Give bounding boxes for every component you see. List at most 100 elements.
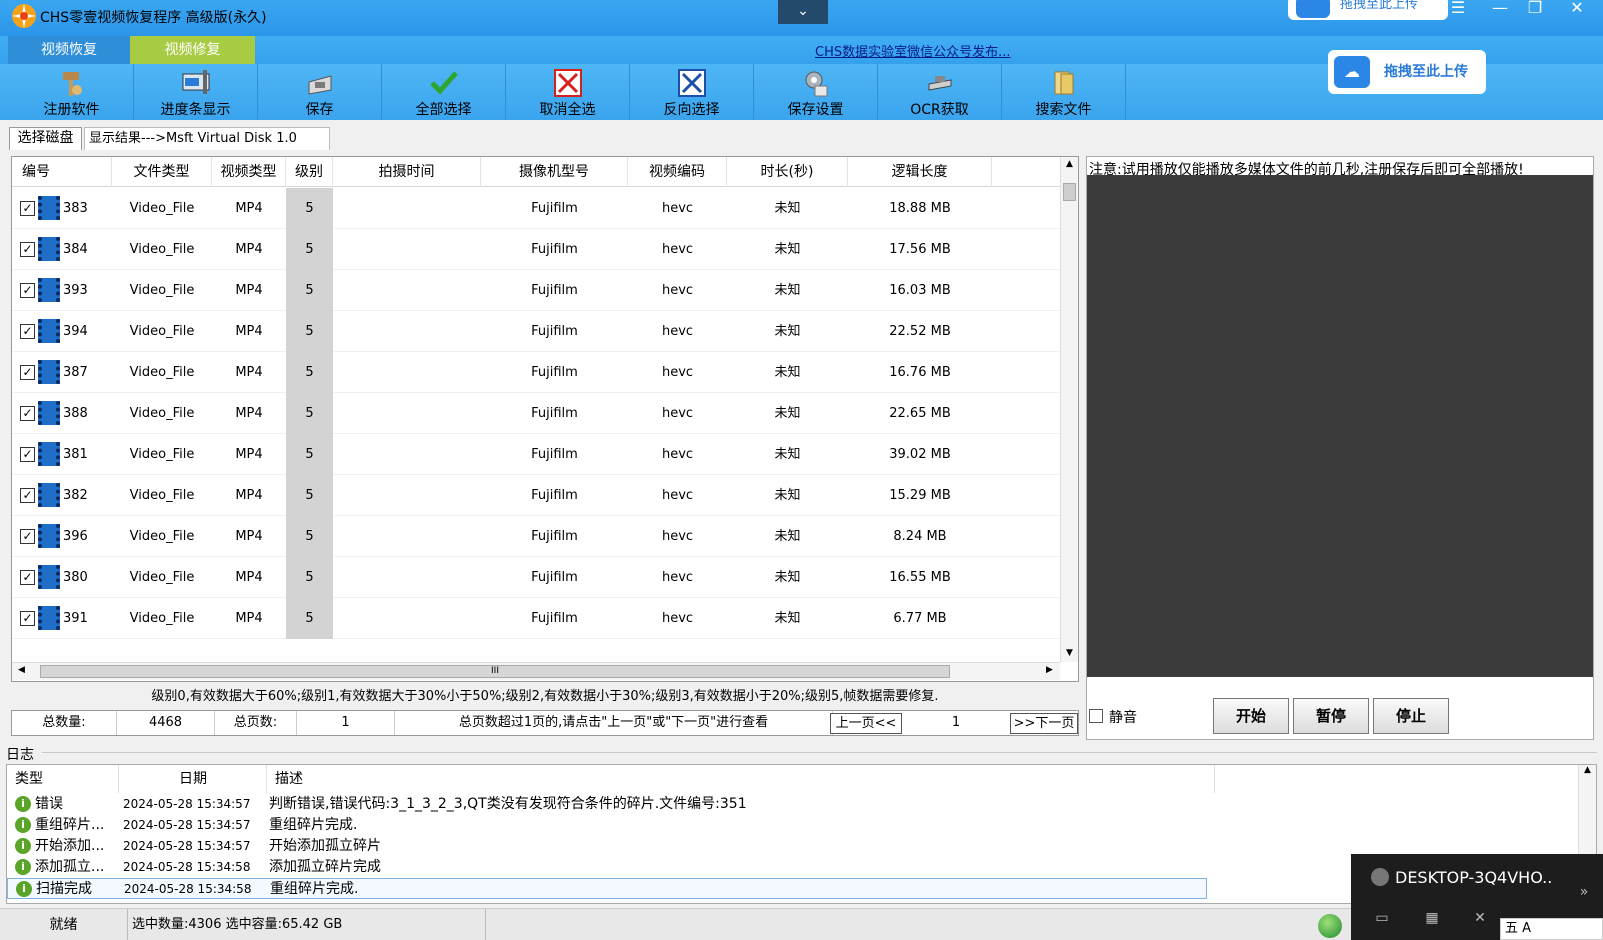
table-row[interactable]: ✓ 381 Video_File MP4 5 Fujifilm hevc 未知 39.02 MB [12, 434, 1060, 475]
log-date: 2024-05-28 15:34:58 [124, 882, 252, 896]
table-row[interactable]: ✓ 391 Video_File MP4 5 Fujifilm hevc 未知 6.77 MB [12, 598, 1060, 639]
upload-main-button[interactable]: ☁ 拖拽至此上传 [1328, 50, 1486, 94]
log-date: 2024-05-28 15:34:57 [123, 797, 251, 811]
cloud-upload-icon: ☁ [1334, 56, 1370, 88]
ime-indicator[interactable]: 五 A [1500, 918, 1603, 940]
close-remote-icon[interactable]: ✕ [1467, 910, 1493, 930]
save-settings-button[interactable]: 保存设置 [754, 64, 878, 120]
progress-bar-button[interactable]: 进度条显示 [134, 64, 258, 120]
table-row[interactable]: ✓ 380 Video_File MP4 5 Fujifilm hevc 未知 16.55 MB [12, 557, 1060, 598]
header-col-logical-size[interactable]: 逻辑长度 [848, 157, 992, 187]
minimize-button[interactable]: — [1483, 0, 1517, 20]
scroll-right-icon[interactable]: ▶ [1046, 665, 1053, 675]
cell-codec: hevc [661, 283, 694, 298]
cell-video-type: MP4 [235, 324, 263, 339]
file-id: 391 [63, 611, 88, 626]
video-file-icon [38, 196, 60, 220]
prev-page-button[interactable]: 上一页<< [830, 713, 902, 734]
row-checkbox[interactable]: ✓ [20, 447, 35, 462]
mute-checkbox[interactable] [1089, 709, 1103, 723]
register-button[interactable]: 注册软件 [10, 64, 134, 120]
log-col-date[interactable]: 日期 [119, 765, 267, 793]
row-checkbox[interactable]: ✓ [20, 201, 35, 216]
tab-show-result[interactable]: 显示结果--->Msft Virtual Disk 1.0 [84, 127, 330, 150]
scroll-down-icon[interactable]: ▼ [1061, 648, 1078, 658]
tab-video-repair[interactable]: 视频修复 [130, 36, 255, 64]
header-col-codec[interactable]: 视频编码 [628, 157, 727, 187]
table-row[interactable]: ✓ 384 Video_File MP4 5 Fujifilm hevc 未知 17.56 MB [12, 229, 1060, 270]
log-col-desc[interactable]: 描述 [267, 765, 1215, 793]
table-row[interactable]: ✓ 387 Video_File MP4 5 Fujifilm hevc 未知 16.76 MB [12, 352, 1060, 393]
scroll-left-icon[interactable]: ◀ [18, 665, 25, 675]
row-checkbox[interactable]: ✓ [20, 611, 35, 626]
menu-icon[interactable]: ☰ [1441, 0, 1475, 20]
grid-icon[interactable]: ▦ [1419, 910, 1445, 930]
file-id: 382 [63, 488, 88, 503]
header-col-duration[interactable]: 时长(秒) [727, 157, 848, 187]
header-col-id[interactable]: 编号 [12, 157, 112, 187]
table-row[interactable]: ✓ 383 Video_File MP4 5 Fujifilm hevc 未知 18.88 MB [12, 188, 1060, 229]
table-row[interactable]: ✓ 394 Video_File MP4 5 Fujifilm hevc 未知 22.52 MB [12, 311, 1060, 352]
save-button[interactable]: 保存 [258, 64, 382, 120]
cell-codec: hevc [661, 488, 694, 503]
close-button[interactable]: ✕ [1560, 0, 1594, 20]
preview-panel: 注意:试用播放仅能播放多媒体文件的前几秒,注册保存后即可全部播放! 静音 开始 … [1086, 156, 1594, 740]
expand-icon[interactable]: » [1571, 884, 1597, 904]
log-col-type[interactable]: 类型 [7, 765, 119, 793]
vertical-scroll-thumb[interactable] [1063, 183, 1076, 201]
row-checkbox[interactable]: ✓ [20, 365, 35, 380]
user-avatar-icon [1371, 868, 1389, 886]
upload-top-button[interactable]: 拖拽至此上传 [1288, 0, 1448, 20]
horizontal-scroll-thumb[interactable]: III [40, 665, 950, 678]
invert-selection-button[interactable]: 反向选择 [630, 64, 754, 120]
check-icon [429, 71, 458, 95]
header-col-level[interactable]: 级别 [286, 157, 333, 187]
log-row[interactable]: i 添加孤立... 2024-05-28 15:34:58 添加孤立碎片完成 [7, 857, 1207, 878]
next-page-button[interactable]: >>下一页 [1010, 713, 1078, 734]
row-checkbox[interactable]: ✓ [20, 488, 35, 503]
log-row[interactable]: i 开始添加... 2024-05-28 15:34:57 开始添加孤立碎片 [7, 836, 1207, 857]
table-row[interactable]: ✓ 393 Video_File MP4 5 Fujifilm hevc 未知 16.03 MB [12, 270, 1060, 311]
header-col-shoot-time[interactable]: 拍摄时间 [333, 157, 481, 187]
video-player-area[interactable] [1087, 175, 1593, 677]
log-row[interactable]: i 错误 2024-05-28 15:34:57 判断错误,错误代码:3_1_3_2_… [7, 794, 1207, 815]
header-col-camera-model[interactable]: 摄像机型号 [481, 157, 628, 187]
pause-button[interactable]: 暂停 [1293, 698, 1369, 734]
log-row[interactable]: i 重组碎片... 2024-05-28 15:34:57 重组碎片完成. [7, 815, 1207, 836]
table-row[interactable]: ✓ 382 Video_File MP4 5 Fujifilm hevc 未知 15.29 MB [12, 475, 1060, 516]
scroll-up-icon[interactable]: ▲ [1061, 157, 1078, 171]
table-row[interactable]: ✓ 388 Video_File MP4 5 Fujifilm hevc 未知 22.65 MB [12, 393, 1060, 434]
app-logo-icon [12, 4, 36, 28]
deselect-all-button[interactable]: 取消全选 [506, 64, 630, 120]
select-all-button[interactable]: 全部选择 [382, 64, 506, 120]
collapse-button[interactable]: ⌄ [778, 0, 828, 24]
restore-button[interactable]: ❐ [1518, 0, 1552, 20]
wechat-notice-link[interactable]: CHS数据实验室微信公众号发布... [815, 41, 1011, 60]
chat-icon[interactable]: ▭ [1369, 910, 1395, 930]
current-page-field[interactable]: 1 [906, 711, 1006, 735]
row-checkbox[interactable]: ✓ [20, 283, 35, 298]
table-row[interactable]: ✓ 396 Video_File MP4 5 Fujifilm hevc 未知 8.24 MB [12, 516, 1060, 557]
row-checkbox[interactable]: ✓ [20, 570, 35, 585]
tab-video-recovery[interactable]: 视频恢复 [8, 36, 130, 64]
row-checkbox[interactable]: ✓ [20, 406, 35, 421]
stop-button[interactable]: 停止 [1373, 698, 1449, 734]
row-checkbox[interactable]: ✓ [20, 324, 35, 339]
row-checkbox[interactable]: ✓ [20, 529, 35, 544]
cell-video-type: MP4 [235, 488, 263, 503]
tab-select-disk[interactable]: 选择磁盘 [9, 127, 82, 150]
globe-icon[interactable] [1318, 914, 1342, 938]
total-pages-label: 总页数: [215, 711, 297, 735]
cell-size: 39.02 MB [889, 447, 951, 462]
start-button[interactable]: 开始 [1213, 698, 1289, 734]
search-file-button[interactable]: 搜索文件 [1002, 64, 1126, 120]
row-checkbox[interactable]: ✓ [20, 242, 35, 257]
video-file-icon [38, 360, 60, 384]
cell-level: 5 [286, 352, 333, 393]
ocr-button[interactable]: OCR获取 [878, 64, 1002, 120]
table-vertical-scrollbar[interactable]: ▲ ▼ [1060, 157, 1078, 662]
table-horizontal-scrollbar[interactable]: ◀ III ▶ [12, 662, 1060, 680]
log-row[interactable]: i 扫描完成 2024-05-28 15:34:58 重组碎片完成. [7, 878, 1207, 899]
header-col-file-type[interactable]: 文件类型 [112, 157, 212, 187]
header-col-video-type[interactable]: 视频类型 [212, 157, 286, 187]
